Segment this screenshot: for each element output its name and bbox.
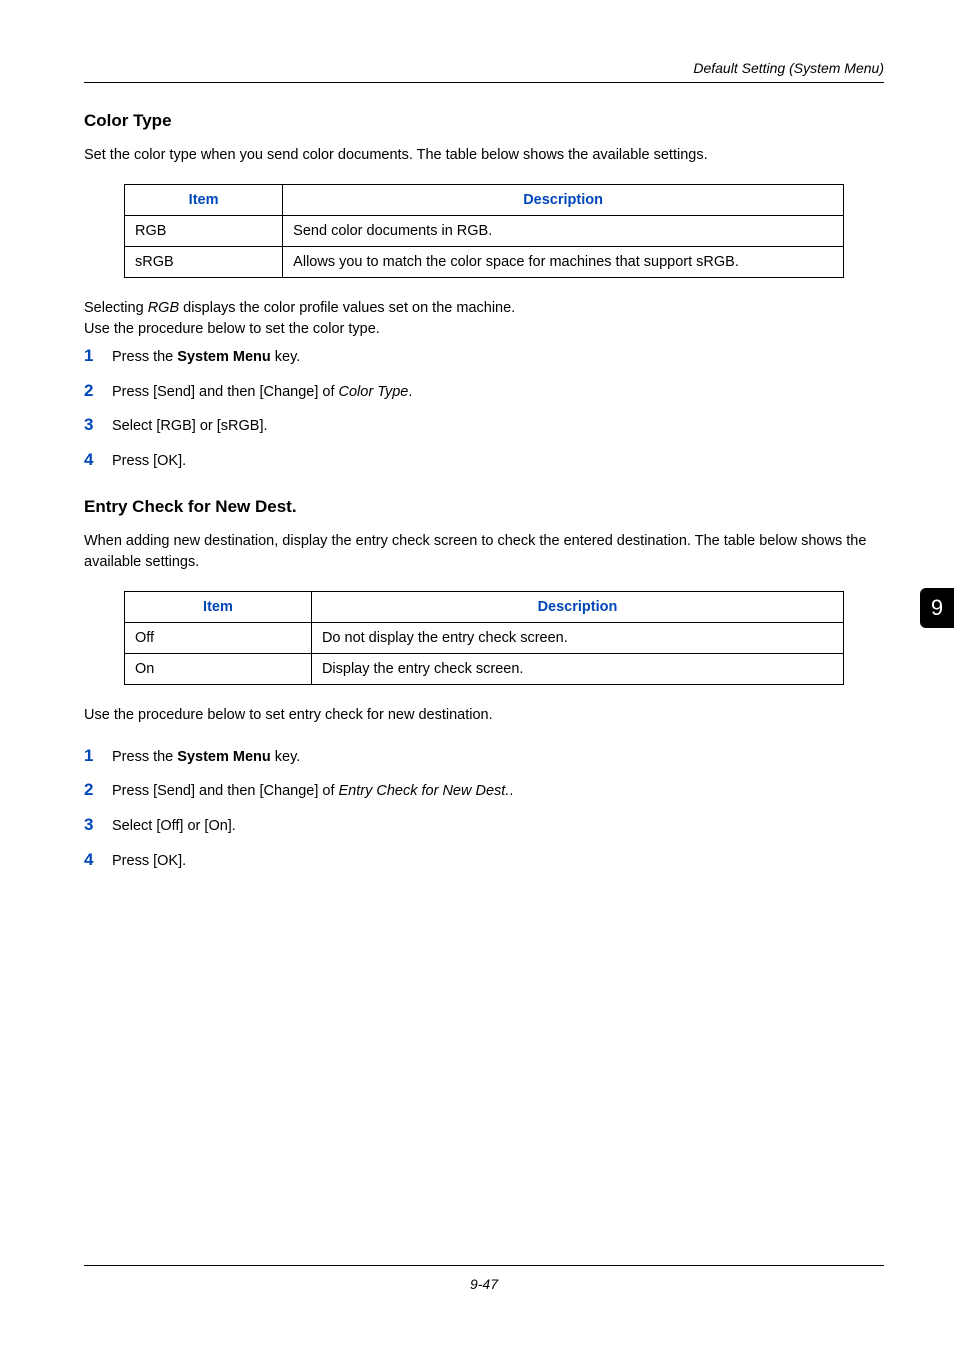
running-head: Default Setting (System Menu): [84, 60, 884, 83]
color-type-steps: 1 Press the System Menu key. 2 Press [Se…: [84, 344, 884, 473]
step: 1 Press the System Menu key.: [84, 744, 884, 769]
cell-item: sRGB: [125, 247, 283, 278]
step: 1 Press the System Menu key.: [84, 344, 884, 369]
step: 4 Press [OK].: [84, 448, 884, 473]
cell-item: On: [125, 653, 312, 684]
step-number: 2: [84, 778, 112, 803]
table-row: Off Do not display the entry check scree…: [125, 622, 844, 653]
entry-check-intro: When adding new destination, display the…: [84, 531, 884, 573]
color-type-intro: Set the color type when you send color d…: [84, 145, 884, 166]
step-number: 4: [84, 848, 112, 873]
step: 4 Press [OK].: [84, 848, 884, 873]
step-number: 3: [84, 413, 112, 438]
section-title-entry-check: Entry Check for New Dest.: [84, 497, 884, 517]
cell-desc: Allows you to match the color space for …: [283, 247, 844, 278]
step-number: 2: [84, 379, 112, 404]
step-number: 3: [84, 813, 112, 838]
page-number: 9-47: [84, 1265, 884, 1292]
step: 2 Press [Send] and then [Change] of Entr…: [84, 778, 884, 803]
step-number: 1: [84, 344, 112, 369]
table-row: sRGB Allows you to match the color space…: [125, 247, 844, 278]
section-title-color-type: Color Type: [84, 111, 884, 131]
step: 3 Select [RGB] or [sRGB].: [84, 413, 884, 438]
step: 3 Select [Off] or [On].: [84, 813, 884, 838]
table-header-description: Description: [283, 185, 844, 216]
step-number: 4: [84, 448, 112, 473]
chapter-tab: 9: [920, 588, 954, 628]
table-header-item: Item: [125, 185, 283, 216]
cell-desc: Do not display the entry check screen.: [311, 622, 843, 653]
step: 2 Press [Send] and then [Change] of Colo…: [84, 379, 884, 404]
cell-item: Off: [125, 622, 312, 653]
cell-desc: Display the entry check screen.: [311, 653, 843, 684]
cell-desc: Send color documents in RGB.: [283, 216, 844, 247]
table-header-description: Description: [311, 591, 843, 622]
step-number: 1: [84, 744, 112, 769]
color-type-table: Item Description RGB Send color document…: [124, 184, 844, 278]
table-row: On Display the entry check screen.: [125, 653, 844, 684]
entry-check-note: Use the procedure below to set entry che…: [84, 705, 884, 726]
entry-check-steps: 1 Press the System Menu key. 2 Press [Se…: [84, 744, 884, 873]
table-header-item: Item: [125, 591, 312, 622]
entry-check-table: Item Description Off Do not display the …: [124, 591, 844, 685]
color-type-note: Selecting RGB displays the color profile…: [84, 298, 884, 340]
table-row: RGB Send color documents in RGB.: [125, 216, 844, 247]
cell-item: RGB: [125, 216, 283, 247]
